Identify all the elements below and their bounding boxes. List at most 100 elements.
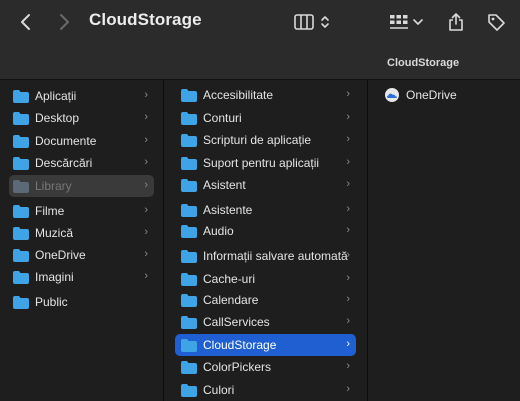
list-item-label: Informații salvare automată	[203, 249, 348, 263]
folder-icon	[181, 133, 197, 147]
chevron-down-icon[interactable]	[410, 8, 426, 36]
chevron-right-icon: ›	[144, 248, 148, 260]
chevron-right-icon: ›	[144, 111, 148, 123]
list-item[interactable]: Documente ›	[13, 130, 154, 152]
folder-icon	[13, 226, 29, 240]
list-item[interactable]: Aplicații ›	[13, 85, 154, 107]
onedrive-cloud-icon	[384, 88, 400, 102]
folder-icon	[181, 315, 197, 329]
chevron-right-icon: ›	[144, 134, 148, 146]
chevron-right-icon: ›	[144, 226, 148, 238]
list-item[interactable]: Filme ›	[13, 200, 154, 222]
list-item[interactable]: Accesibilitate ›	[181, 84, 356, 106]
chevron-right-icon: ›	[144, 156, 148, 168]
chevron-right-icon[interactable]	[50, 8, 78, 36]
chevron-right-icon: ›	[346, 203, 350, 215]
list-item-label: Documente	[35, 134, 97, 148]
chevron-right-icon: ›	[346, 111, 350, 123]
folder-icon	[181, 360, 197, 374]
column-library[interactable]: Accesibilitate › Conturi › Scripturi de …	[164, 80, 367, 401]
list-item[interactable]: ColorPickers ›	[181, 356, 356, 378]
list-item[interactable]: Calendare ›	[181, 289, 356, 311]
chevron-right-icon: ›	[144, 270, 148, 282]
folder-icon	[13, 89, 29, 103]
folder-icon	[181, 383, 197, 397]
folder-icon	[181, 249, 197, 263]
list-item[interactable]: Scripturi de aplicație ›	[181, 129, 356, 151]
folder-icon	[13, 295, 29, 309]
folder-icon	[13, 204, 29, 218]
list-item[interactable]: Conturi ›	[181, 107, 356, 129]
list-item-label: CallServices	[203, 315, 270, 329]
list-item-label: Descărcări	[35, 156, 93, 170]
chevron-right-icon: ›	[346, 272, 350, 284]
list-item[interactable]: Imagini ›	[13, 266, 154, 288]
folder-icon	[181, 338, 197, 352]
list-item-label: Aplicații	[35, 89, 77, 103]
tag-icon[interactable]	[482, 8, 510, 36]
chevron-right-icon: ›	[346, 338, 350, 350]
list-item[interactable]: Muzică ›	[13, 222, 154, 244]
folder-icon	[181, 293, 197, 307]
list-item-label: Audio	[203, 224, 234, 238]
list-item[interactable]: Desktop ›	[13, 107, 154, 129]
path-header-label: CloudStorage	[387, 57, 460, 69]
list-item[interactable]: Culori ›	[181, 379, 356, 401]
folder-icon	[13, 111, 29, 125]
chevron-right-icon: ›	[346, 156, 350, 168]
chevron-right-icon: ›	[346, 383, 350, 395]
toolbar: CloudStorage	[0, 0, 520, 44]
list-item-label: ColorPickers	[203, 360, 272, 374]
column-view-icon[interactable]	[292, 8, 316, 36]
list-item[interactable]: Suport pentru aplicații ›	[181, 152, 356, 174]
list-item-label: Filme	[35, 204, 65, 218]
column-cloudstorage[interactable]: OneDrive	[368, 80, 520, 401]
list-item[interactable]: Informații salvare automată ›	[181, 245, 356, 267]
chevron-left-icon[interactable]	[12, 8, 40, 36]
folder-icon	[13, 156, 29, 170]
list-item[interactable]: OneDrive ›	[13, 244, 154, 266]
list-item[interactable]: CallServices ›	[181, 311, 356, 333]
list-item-label: Cache-uri	[203, 272, 256, 286]
list-item-label: Calendare	[203, 293, 259, 307]
list-item[interactable]: Asistente ›	[181, 199, 356, 221]
folder-icon	[181, 156, 197, 170]
chevron-right-icon: ›	[346, 224, 350, 236]
list-item[interactable]: Public	[13, 291, 154, 313]
chevron-right-icon: ›	[346, 88, 350, 100]
list-item-label: OneDrive	[35, 248, 86, 262]
chevron-right-icon: ›	[144, 179, 148, 191]
list-item-selected-inactive[interactable]: Library ›	[9, 175, 154, 197]
folder-icon	[181, 88, 197, 102]
list-item-label: Asistente	[203, 203, 253, 217]
folder-icon	[181, 224, 197, 238]
list-item-label: Public	[35, 295, 68, 309]
chevron-right-icon: ›	[346, 133, 350, 145]
list-item-label: Imagini	[35, 270, 74, 284]
folder-icon	[181, 178, 197, 192]
window-title: CloudStorage	[89, 10, 202, 29]
list-item-label: OneDrive	[406, 88, 457, 102]
chevron-right-icon: ›	[346, 360, 350, 372]
list-item-label: Culori	[203, 383, 235, 397]
list-item-label: Desktop	[35, 111, 80, 125]
chevron-right-icon: ›	[346, 293, 350, 305]
folder-icon	[181, 111, 197, 125]
chevron-right-icon: ›	[346, 178, 350, 190]
list-item[interactable]: Descărcări ›	[13, 152, 154, 174]
folder-icon	[181, 203, 197, 217]
list-item-selected[interactable]: CloudStorage ›	[175, 334, 356, 356]
share-icon[interactable]	[442, 8, 470, 36]
folder-icon	[13, 179, 29, 193]
list-item[interactable]: Cache-uri ›	[181, 268, 356, 290]
grid-icon[interactable]	[386, 8, 412, 36]
list-item[interactable]: Audio ›	[181, 220, 356, 242]
list-item-label: CloudStorage	[203, 338, 277, 352]
chevron-updown-icon[interactable]	[316, 8, 334, 36]
list-item[interactable]: OneDrive	[384, 84, 512, 106]
column-home[interactable]: Aplicații › Desktop › Documente › Descăr…	[0, 80, 163, 401]
list-item[interactable]: Asistent ›	[181, 174, 356, 196]
chevron-right-icon: ›	[144, 89, 148, 101]
folder-icon	[13, 134, 29, 148]
column-header-strip: CloudStorage	[0, 44, 520, 80]
